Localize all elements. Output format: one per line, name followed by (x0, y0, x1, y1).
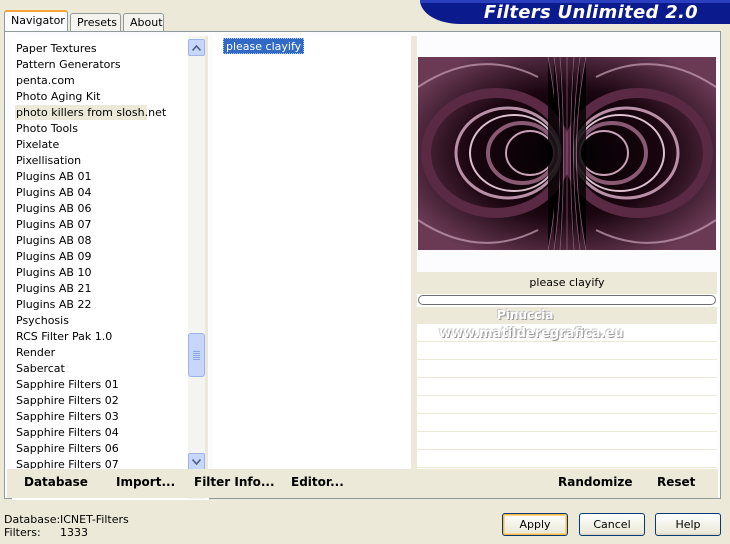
category-list[interactable]: Paper Textures Pattern Generators penta.co… (12, 36, 209, 500)
import-button[interactable]: Import... (116, 475, 175, 489)
parameter-row (417, 397, 717, 414)
category-item[interactable]: Plugins AB 06 (15, 201, 147, 216)
category-item[interactable]: Photo Aging Kit (15, 89, 147, 104)
category-item[interactable]: Sapphire Filters 03 (15, 409, 147, 424)
category-item[interactable]: Pixelate (15, 137, 147, 152)
parameter-row (417, 343, 717, 360)
parameter-row (417, 451, 717, 468)
apply-button[interactable]: Apply (502, 513, 568, 536)
database-button[interactable]: Database (24, 475, 88, 489)
filters-count-label: Filters: (4, 526, 41, 539)
title-banner: Filters Unlimited 2.0 (420, 0, 730, 24)
category-item[interactable]: Sapphire Filters 04 (15, 425, 147, 440)
navigator-panel: Paper Textures Pattern Generators penta.co… (4, 31, 721, 500)
progress-bar (418, 295, 716, 305)
category-item[interactable]: Photo Tools (15, 121, 147, 136)
current-filter-name: please clayify (417, 272, 717, 294)
app-title: Filters Unlimited 2.0 (483, 2, 698, 23)
scroll-down-button[interactable] (188, 453, 205, 470)
category-item[interactable]: photo killers from slosh.net (15, 105, 166, 120)
category-item[interactable]: Plugins AB 04 (15, 185, 147, 200)
category-item[interactable]: Plugins AB 08 (15, 233, 147, 248)
watermark-name: Pinuccia (497, 308, 554, 322)
left-splitter[interactable] (205, 36, 208, 470)
database-value: ICNET-Filters (60, 513, 129, 526)
category-item[interactable]: Plugins AB 21 (15, 281, 147, 296)
category-item[interactable]: penta.com (15, 73, 147, 88)
tab-about[interactable]: About (123, 13, 164, 32)
randomize-button[interactable]: Randomize (558, 475, 632, 489)
scroll-up-button[interactable] (188, 39, 205, 56)
category-item[interactable]: Plugins AB 22 (15, 297, 147, 312)
category-item[interactable]: Sapphire Filters 02 (15, 393, 147, 408)
filter-item-selected[interactable]: please clayify (223, 38, 305, 54)
watermark-url: www.matilderegrafica.eu (439, 326, 624, 341)
database-label: Database: (4, 513, 61, 526)
category-item[interactable]: Render (15, 345, 147, 360)
parameter-row (417, 379, 717, 396)
preview-image (418, 57, 716, 250)
parameter-row (417, 433, 717, 450)
filter-list[interactable]: please clayify (213, 36, 411, 470)
filters-count-value: 1333 (60, 526, 88, 539)
chevron-up-icon (192, 44, 201, 51)
category-item[interactable]: Pattern Generators (15, 57, 147, 72)
parameter-row (417, 307, 717, 324)
parameter-row (417, 415, 717, 432)
category-item[interactable]: Psychosis (15, 313, 147, 328)
bottom-button-bar: Database Import... Filter Info... Editor… (7, 469, 718, 498)
category-item[interactable]: Sapphire Filters 06 (15, 441, 147, 456)
reset-button[interactable]: Reset (657, 475, 695, 489)
cancel-button[interactable]: Cancel (579, 513, 645, 536)
category-item[interactable]: Pixellisation (15, 153, 147, 168)
category-item[interactable]: Plugins AB 09 (15, 249, 147, 264)
tab-presets[interactable]: Presets (70, 13, 121, 32)
scroll-thumb[interactable] (188, 333, 205, 377)
category-scrollbar[interactable] (188, 36, 205, 499)
filter-info-button[interactable]: Filter Info... (194, 475, 275, 489)
tab-navigator[interactable]: Navigator (4, 10, 68, 32)
category-item[interactable]: Plugins AB 07 (15, 217, 147, 232)
parameter-area: please clayify Pinuccia www.matilderegra… (417, 272, 717, 468)
help-button[interactable]: Help (655, 513, 721, 536)
category-item[interactable]: Plugins AB 01 (15, 169, 147, 184)
category-item[interactable]: Sapphire Filters 01 (15, 377, 147, 392)
category-item[interactable]: RCS Filter Pak 1.0 (15, 329, 147, 344)
grip-icon (193, 350, 200, 360)
category-item[interactable]: Paper Textures (15, 41, 147, 56)
chevron-down-icon (192, 458, 201, 465)
preview-canvas (418, 57, 716, 250)
parameter-row (417, 361, 717, 378)
editor-button[interactable]: Editor... (291, 475, 344, 489)
category-item[interactable]: Plugins AB 10 (15, 265, 147, 280)
category-item[interactable]: Sabercat (15, 361, 147, 376)
